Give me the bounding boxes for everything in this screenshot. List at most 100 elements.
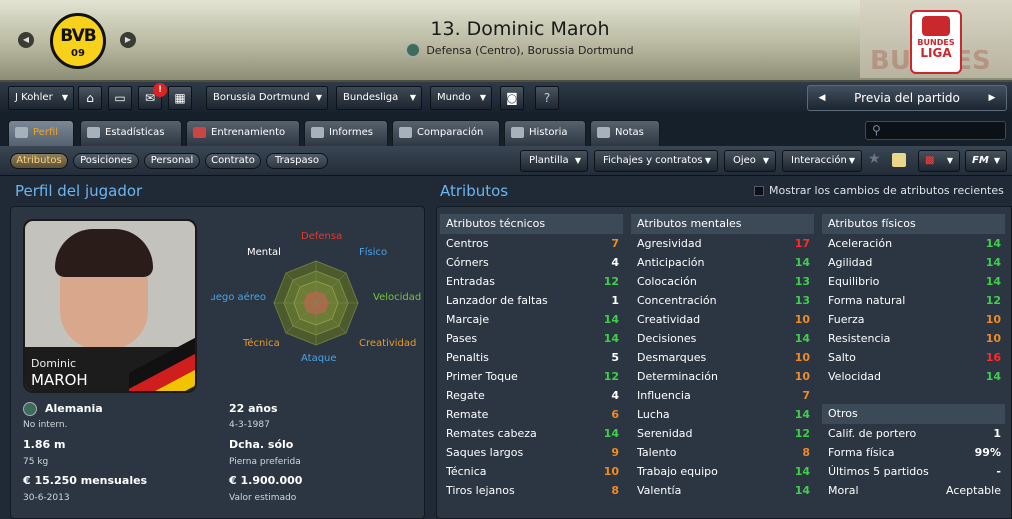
attribute-value: 10 xyxy=(985,332,1001,345)
prev-match-icon[interactable]: ◀ xyxy=(812,86,832,110)
search-input[interactable]: ⚲ xyxy=(865,121,1006,140)
squad-dropdown[interactable]: Plantilla ▼ xyxy=(520,150,588,172)
tab-entrenamiento[interactable]: Entrenamiento xyxy=(186,120,300,146)
next-arrow-icon[interactable]: ▶ xyxy=(120,32,136,48)
attribute-value: 12 xyxy=(794,427,810,440)
help-button[interactable]: ? xyxy=(535,86,559,110)
fm-menu-dropdown[interactable]: FM ▼ xyxy=(965,150,1007,172)
subtab-posiciones[interactable]: Posiciones xyxy=(73,153,139,169)
attribute-row: Primer Toque 12 xyxy=(440,367,623,386)
next-match-icon[interactable]: ▶ xyxy=(982,86,1002,110)
attribute-name: Tiros lejanos xyxy=(446,484,515,497)
technical-attributes-header: Atributos técnicos xyxy=(440,214,623,234)
attribute-value: 12 xyxy=(603,370,619,383)
tab-informes[interactable]: Informes xyxy=(304,120,388,146)
tab-label: Entrenamiento xyxy=(211,127,286,138)
subtab-contrato[interactable]: Contrato xyxy=(205,153,261,169)
player-header: ◀ BVB 09 ▶ 13. Dominic Maroh Defensa (Ce… xyxy=(0,0,1012,82)
attribute-name: Penaltis xyxy=(446,351,489,364)
notification-badge: ! xyxy=(153,83,167,97)
contracts-dropdown[interactable]: Fichajes y contratos ▼ xyxy=(594,150,718,172)
show-changes-label[interactable]: Mostrar los cambios de atributos recient… xyxy=(769,184,1004,197)
subtab-bar: Atributos Posiciones Personal Contrato T… xyxy=(0,146,1012,176)
physical-attributes-table: Atributos físicos Aceleración 14 Agilidad 1… xyxy=(822,214,1005,386)
attribute-value: 14 xyxy=(794,408,810,421)
mental-attributes-table: Atributos mentales Agresividad 17 Anticipa… xyxy=(631,214,814,500)
subtab-atributos[interactable]: Atributos xyxy=(10,153,68,169)
club-dropdown[interactable]: Borussia Dortmund ▼ xyxy=(206,86,328,110)
manager-label: J Kohler xyxy=(15,92,53,103)
attribute-row: Pases 14 xyxy=(440,329,623,348)
attribute-value: 10 xyxy=(794,351,810,364)
attribute-row: Agresividad 17 xyxy=(631,234,814,253)
attribute-row: Determinación 10 xyxy=(631,367,814,386)
league-logo[interactable]: BUNDES BUNDES LIGA xyxy=(860,0,1012,78)
league-label: Bundesliga xyxy=(343,92,399,103)
attribute-name: Marcaje xyxy=(446,313,490,326)
attribute-row: Talento 8 xyxy=(631,443,814,462)
home-icon[interactable]: ⌂ xyxy=(78,86,102,110)
attribute-name: Determinación xyxy=(637,370,718,383)
radar-label-velocidad: Velocidad xyxy=(373,292,422,303)
attribute-value: 17 xyxy=(794,237,810,250)
view-grid-dropdown[interactable]: ▩ ▼ xyxy=(918,150,960,172)
interaction-label: Interacción xyxy=(791,155,847,166)
inbox-icon[interactable]: ▭ xyxy=(108,86,132,110)
manager-dropdown[interactable]: J Kohler ▼ xyxy=(8,86,74,110)
world-dropdown[interactable]: Mundo ▼ xyxy=(430,86,492,110)
tab-notas[interactable]: Notas xyxy=(590,120,660,146)
date-of-birth: 4-3-1987 xyxy=(229,420,270,430)
tab-comparacion[interactable]: Comparación xyxy=(392,120,500,146)
attribute-name: Salto xyxy=(828,351,856,364)
camera-icon[interactable]: ◙ xyxy=(500,86,524,110)
tab-estadisticas[interactable]: Estadísticas xyxy=(80,120,182,146)
attribute-row: Valentía 14 xyxy=(631,481,814,500)
radar-label-creatividad: Creatividad xyxy=(359,338,417,349)
prev-arrow-icon[interactable]: ◀ xyxy=(18,32,34,48)
attribute-name: Moral xyxy=(828,484,859,497)
attribute-row: Serenidad 12 xyxy=(631,424,814,443)
tab-label: Perfil xyxy=(33,127,59,138)
hair-shape xyxy=(55,229,153,277)
show-changes-checkbox[interactable] xyxy=(754,186,764,196)
tab-historia[interactable]: Historia xyxy=(504,120,586,146)
news-icon[interactable]: ✉! xyxy=(138,83,167,110)
estimated-value: € 1.900.000 xyxy=(229,474,303,487)
attribute-row: Moral Aceptable xyxy=(822,481,1005,500)
scout-dropdown[interactable]: Ojeo ▼ xyxy=(724,150,776,172)
tab-label: Informes xyxy=(329,127,373,138)
radar-label-defensa: Defensa xyxy=(301,231,343,242)
radar-label-ataque: Ataque xyxy=(301,353,337,364)
calendar-icon[interactable]: ▦ xyxy=(168,86,192,110)
attribute-value: 14 xyxy=(794,465,810,478)
attribute-row: Penaltis 5 xyxy=(440,348,623,367)
attribute-name: Centros xyxy=(446,237,489,250)
physical-attributes-header: Atributos físicos xyxy=(822,214,1005,234)
add-note-icon[interactable] xyxy=(892,153,906,167)
club-crest[interactable]: BVB 09 xyxy=(50,13,106,69)
attribute-value: 7 xyxy=(802,389,810,402)
player-subtitle: Defensa (Centro), Borussia Dortmund xyxy=(300,43,740,57)
attribute-value: 8 xyxy=(802,446,810,459)
player-profile-panel: Dominic MAROH Defensa Físico Velocidad C… xyxy=(10,206,425,519)
attribute-row: Forma física 99% xyxy=(822,443,1005,462)
interaction-dropdown[interactable]: Interacción ▼ xyxy=(782,150,862,172)
club-label: Borussia Dortmund xyxy=(213,92,310,103)
league-dropdown[interactable]: Bundesliga ▼ xyxy=(336,86,422,110)
estimated-value-label: Valor estimado xyxy=(229,493,297,503)
next-match-button[interactable]: ◀ Previa del partido ▶ xyxy=(807,85,1007,111)
attribute-value: Aceptable xyxy=(946,484,1001,497)
nation[interactable]: Alemania xyxy=(45,402,103,415)
star-icon[interactable]: ★ xyxy=(868,151,881,167)
attribute-name: Fuerza xyxy=(828,313,865,326)
attribute-name: Forma natural xyxy=(828,294,906,307)
attribute-name: Talento xyxy=(637,446,677,459)
tab-perfil[interactable]: Perfil xyxy=(8,120,74,146)
training-icon xyxy=(193,127,206,138)
subtab-personal[interactable]: Personal xyxy=(144,153,200,169)
subtab-traspaso[interactable]: Traspaso xyxy=(266,153,328,169)
attribute-name: Concentración xyxy=(637,294,717,307)
attribute-row: Trabajo equipo 14 xyxy=(631,462,814,481)
stats-icon xyxy=(87,127,100,138)
attribute-name: Últimos 5 partidos xyxy=(828,465,929,478)
